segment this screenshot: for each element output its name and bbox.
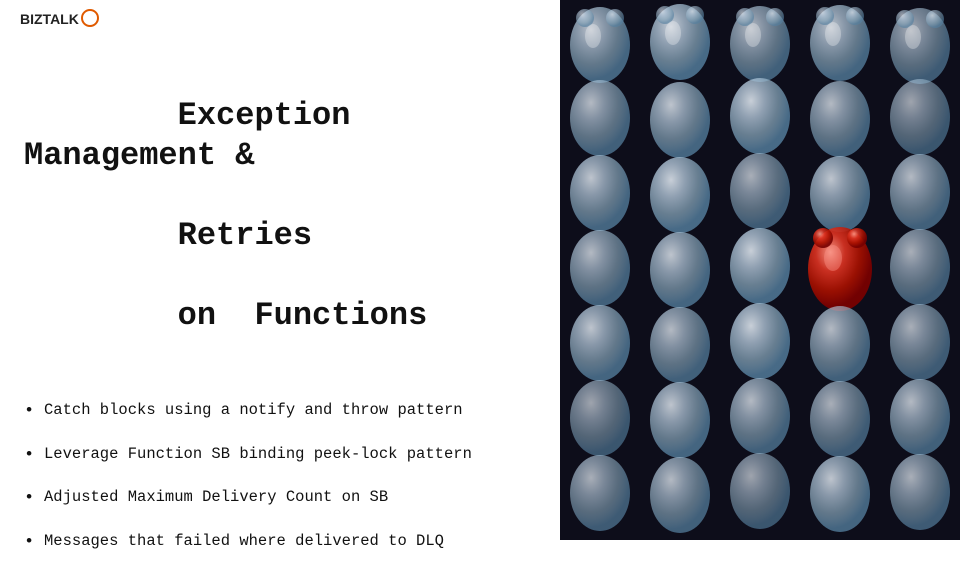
bullet-text-1: Catch blocks using a notify and throw pa… (44, 401, 463, 419)
bullet-text-4: Messages that failed where delivered to … (44, 532, 444, 550)
bullet-list: Catch blocks using a notify and throw pa… (0, 400, 560, 575)
bullet-item-3: Adjusted Maximum Delivery Count on SB (24, 487, 536, 509)
biztalk-logo-text: BIZTALK (20, 11, 79, 27)
title-line1: Exception Management & (24, 97, 370, 174)
gummy-bears-svg (560, 0, 960, 540)
bullet-item-4: Messages that failed where delivered to … (24, 531, 536, 553)
logo-360-circle (81, 9, 99, 27)
logo-bar: BIZTALK (0, 0, 560, 38)
bullet-text-3: Adjusted Maximum Delivery Count on SB (44, 488, 388, 506)
title-line3: on Functions (178, 297, 428, 334)
right-panel (560, 0, 960, 540)
left-panel: BIZTALK Exception Management & Retries o… (0, 0, 560, 540)
title-line2: Retries (178, 217, 312, 254)
bullet-item-2: Leverage Function SB binding peek-lock p… (24, 444, 536, 466)
bullet-text-2: Leverage Function SB binding peek-lock p… (44, 445, 472, 463)
gummy-bears-image (560, 0, 960, 540)
bullet-item-1: Catch blocks using a notify and throw pa… (24, 400, 536, 422)
slide-title: Exception Management & Retries on Functi… (24, 56, 536, 376)
title-area: Exception Management & Retries on Functi… (0, 38, 560, 400)
slide: BIZTALK Exception Management & Retries o… (0, 0, 960, 540)
